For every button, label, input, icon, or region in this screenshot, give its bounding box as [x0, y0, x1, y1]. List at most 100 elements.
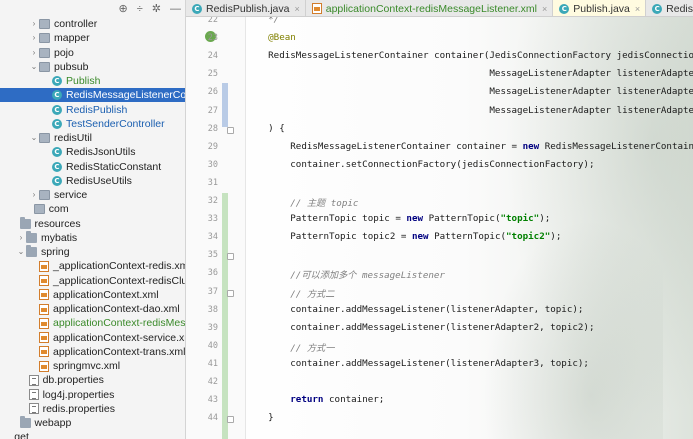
tree-item[interactable]: › controller — [0, 17, 185, 31]
chevron-down-icon[interactable]: ⌄ — [16, 245, 26, 259]
code-line: MessageListenerAdapter listenerAdapter3 — [246, 105, 693, 116]
hide-panel-icon[interactable]: — — [170, 3, 181, 15]
tree-item[interactable]: ⌄ pubsub — [0, 60, 185, 74]
tree-item-label: com — [48, 203, 69, 216]
tree-item[interactable]: C RedisJsonUtils — [0, 145, 185, 159]
chevron-right-icon[interactable]: › — [29, 46, 39, 60]
tree-item[interactable]: C Publish — [0, 74, 185, 88]
tree-item[interactable]: applicationContext.xml — [0, 288, 185, 302]
tree-item[interactable]: applicationContext-redisMessageListener.… — [0, 316, 185, 330]
code-line: container.addMessageListener(listenerAda… — [246, 304, 583, 315]
tree-item[interactable]: log4j.properties — [0, 388, 185, 402]
fold-marker-icon[interactable] — [227, 253, 234, 261]
xml-file-icon — [39, 289, 49, 301]
folder-icon — [26, 230, 37, 243]
chevron-down-icon[interactable]: ⌄ — [29, 131, 39, 145]
close-tab-icon[interactable]: × — [294, 4, 299, 14]
tree-item[interactable]: › pojo — [0, 46, 185, 60]
close-tab-icon[interactable]: × — [542, 4, 547, 14]
line-number: 31 — [207, 177, 218, 188]
line-number: 28 — [207, 123, 218, 134]
tree-item-label: spring — [41, 246, 70, 258]
tree-item-label: controller — [54, 18, 98, 30]
editor-tab[interactable]: C RedisPublish.java × — [186, 0, 306, 16]
tree-item-label: db.properties — [42, 374, 104, 387]
fold-marker-icon[interactable] — [227, 416, 234, 424]
tree-item[interactable]: C RedisStaticConstant — [0, 160, 185, 174]
tree-item[interactable]: C TestSenderController — [0, 117, 185, 131]
tree-item[interactable]: C RedisMessageListenerConfig — [0, 88, 185, 103]
properties-file-icon — [28, 403, 39, 415]
locate-target-icon[interactable]: ⊕ — [119, 2, 128, 15]
tree-item-label: Publish — [66, 75, 101, 87]
tree-item[interactable]: _applicationContext-redisCluster.xml — [0, 274, 185, 288]
tree-item-label: _applicationContext-redis.xml — [53, 260, 186, 273]
xml-file-icon — [39, 332, 49, 343]
tree-item[interactable]: ⌄ spring — [0, 245, 185, 259]
tree-item-label: applicationContext.xml — [53, 288, 159, 301]
tree-item-label: mapper — [54, 32, 90, 45]
code-line: container.addMessageListener(listenerAda… — [246, 358, 589, 369]
line-number: 22 — [207, 17, 218, 25]
chevron-right-icon[interactable]: › — [29, 17, 39, 31]
line-number: 33 — [207, 214, 218, 225]
line-number: 39 — [207, 322, 218, 333]
code-token: ) { — [246, 122, 285, 134]
chevron-right-icon[interactable]: › — [29, 31, 39, 45]
tree-item-label: mybatis — [41, 231, 78, 244]
chevron-down-icon[interactable]: ⌄ — [29, 60, 39, 74]
tree-item[interactable]: com — [0, 202, 185, 216]
tree-item[interactable]: db.properties — [0, 373, 185, 387]
code-comment: // 方式二 — [246, 288, 335, 300]
fold-marker-icon[interactable] — [227, 289, 234, 297]
editor-tab[interactable]: CRedisUseUtils.java× — [646, 0, 693, 16]
code-token: MessageListenerAdapter listenerAdapter2, — [246, 86, 693, 98]
xml-file-icon — [39, 260, 49, 272]
line-number: 44 — [207, 413, 218, 424]
editor-tab-label: applicationContext-redisMessageListener.… — [325, 2, 538, 15]
xml-file-icon — [39, 303, 49, 315]
tree-item-label: resources — [34, 217, 81, 230]
tree-item[interactable]: redis.properties — [0, 402, 185, 416]
tree-item-label: RedisPublish — [66, 103, 128, 116]
tree-item[interactable]: webapp — [0, 416, 185, 430]
tree-item[interactable]: › mybatis — [0, 230, 185, 245]
tree-item[interactable]: ⌄ redisUtil — [0, 131, 185, 145]
chevron-right-icon[interactable]: › — [29, 188, 39, 202]
editor-tab[interactable]: applicationContext-redisMessageListener.… — [306, 0, 554, 16]
tree-item-label: RedisStaticConstant — [66, 160, 162, 173]
java-class-icon: C — [52, 90, 62, 101]
tree-item[interactable]: › mapper — [0, 31, 185, 45]
editor-tab[interactable]: C Publish.java × — [553, 0, 647, 16]
tree-item[interactable]: C RedisPublish — [0, 103, 185, 117]
chevron-right-icon[interactable]: › — [16, 231, 26, 245]
tree-item[interactable]: springmvc.xml — [0, 359, 185, 373]
code-token: container.addMessageListener(listenerAda… — [246, 321, 595, 333]
tree-item[interactable]: get — [0, 430, 185, 439]
tree-item[interactable]: resources — [0, 216, 185, 231]
close-tab-icon[interactable]: × — [635, 4, 640, 14]
tree-item-label: pojo — [54, 46, 74, 59]
code-token: RedisMessageListenerContainer(); — [544, 140, 693, 152]
tree-item-label: applicationContext-service.xml — [53, 331, 186, 344]
settings-gear-icon[interactable]: ✲ — [152, 2, 161, 15]
code-comment: // 方式一 — [246, 342, 335, 354]
code-line: MessageListenerAdapter listenerAdapter, — [246, 68, 693, 79]
code-keyword: new — [406, 213, 424, 225]
collapse-all-icon[interactable]: ÷ — [137, 3, 143, 15]
line-number: 40 — [207, 340, 218, 351]
code-editor[interactable]: 22 23 24 25 26 27 28 29 30 31 32 33 34 35 36 37 38 39 40 41… — [186, 17, 693, 439]
code-token: MessageListenerAdapter listenerAdapter3 — [246, 104, 693, 116]
tree-item[interactable]: applicationContext-trans.xml — [0, 345, 185, 359]
tree-item[interactable]: applicationContext-dao.xml — [0, 302, 185, 316]
project-tree-panel: ⊕ ÷ ✲ — › controller › mapper › pojo ⌄ pubsub C P… — [0, 0, 186, 439]
tree-item[interactable]: _applicationContext-redis.xml — [0, 259, 186, 273]
java-class-icon: C — [559, 3, 570, 14]
tree-item[interactable]: C RedisUseUtils — [0, 174, 185, 188]
tree-item-label: redis.properties — [42, 402, 115, 415]
line-number: 38 — [207, 304, 218, 315]
tree-item-label: pubsub — [54, 60, 89, 73]
fold-marker-icon[interactable] — [227, 126, 234, 134]
tree-item[interactable]: applicationContext-service.xml — [0, 331, 186, 345]
tree-item[interactable]: › service — [0, 188, 185, 202]
